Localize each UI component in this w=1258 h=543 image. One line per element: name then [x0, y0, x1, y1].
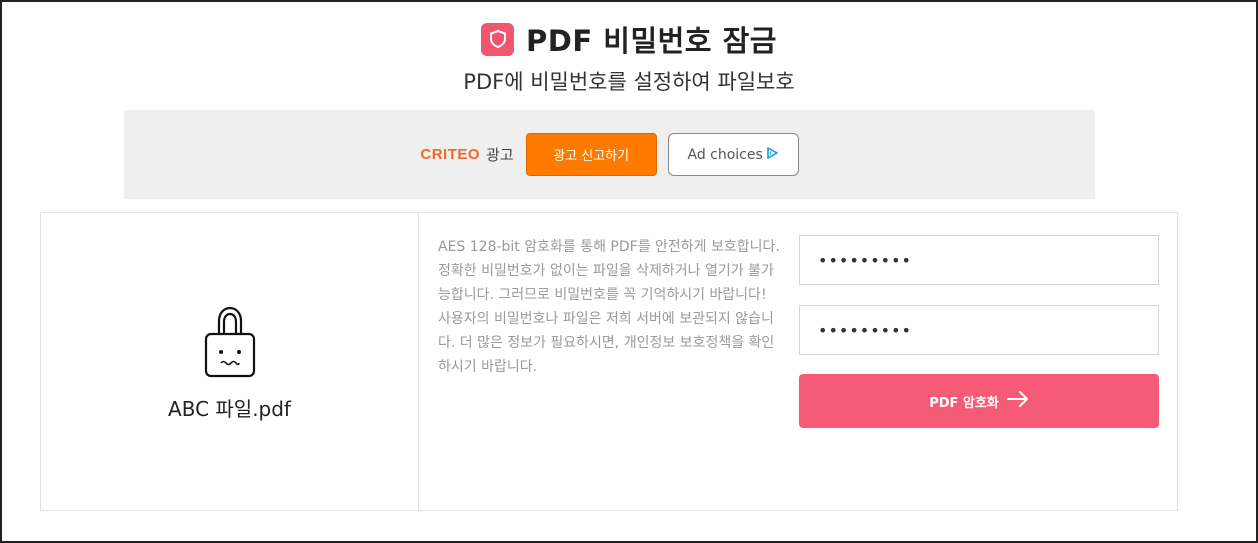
description-paragraph-1: AES 128-bit 암호화를 통해 PDF를 안전하게 보호합니다. 정확한…	[438, 239, 780, 303]
adchoices-icon	[765, 146, 779, 164]
ad-choices-label: Ad choices	[687, 146, 763, 163]
criteo-logo: CRITEO	[420, 146, 481, 163]
ad-choices-button[interactable]: Ad choices	[667, 133, 799, 176]
page-subtitle: PDF에 비밀번호를 설정하여 파일보호	[463, 70, 795, 94]
report-ad-button[interactable]: 광고 신고하기	[525, 133, 657, 176]
criteo-ad-label: CRITEO 광고	[420, 144, 513, 165]
arrow-right-icon	[1006, 391, 1029, 411]
encrypt-button-label: PDF 암호화	[929, 395, 999, 411]
ad-banner: CRITEO 광고 광고 신고하기 Ad choices	[124, 110, 1095, 199]
lock-icon	[204, 305, 256, 383]
file-preview: ABC 파일.pdf	[41, 213, 419, 510]
page-header: PDF 비밀번호 잠금 PDF에 비밀번호를 설정하여 파일보호	[0, 18, 1258, 96]
description-paragraph-2: 사용자의 비밀번호나 파일은 저희 서버에 보관되지 않습니다. 더 많은 정보…	[438, 311, 775, 375]
page-title: PDF 비밀번호 잠금	[526, 24, 777, 58]
ad-label: 광고	[486, 146, 514, 164]
password-input[interactable]	[799, 235, 1159, 285]
shield-icon	[481, 22, 515, 56]
title-row: PDF 비밀번호 잠금	[0, 18, 1258, 60]
file-name: ABC 파일.pdf	[168, 397, 291, 421]
encryption-description: AES 128-bit 암호화를 통해 PDF를 안전하게 보호합니다. 정확한…	[438, 235, 784, 379]
encrypt-panel: ABC 파일.pdf AES 128-bit 암호화를 통해 PDF를 안전하게…	[40, 212, 1178, 511]
confirm-password-input[interactable]	[799, 305, 1159, 355]
encrypt-pdf-button[interactable]: PDF 암호화	[799, 374, 1159, 428]
